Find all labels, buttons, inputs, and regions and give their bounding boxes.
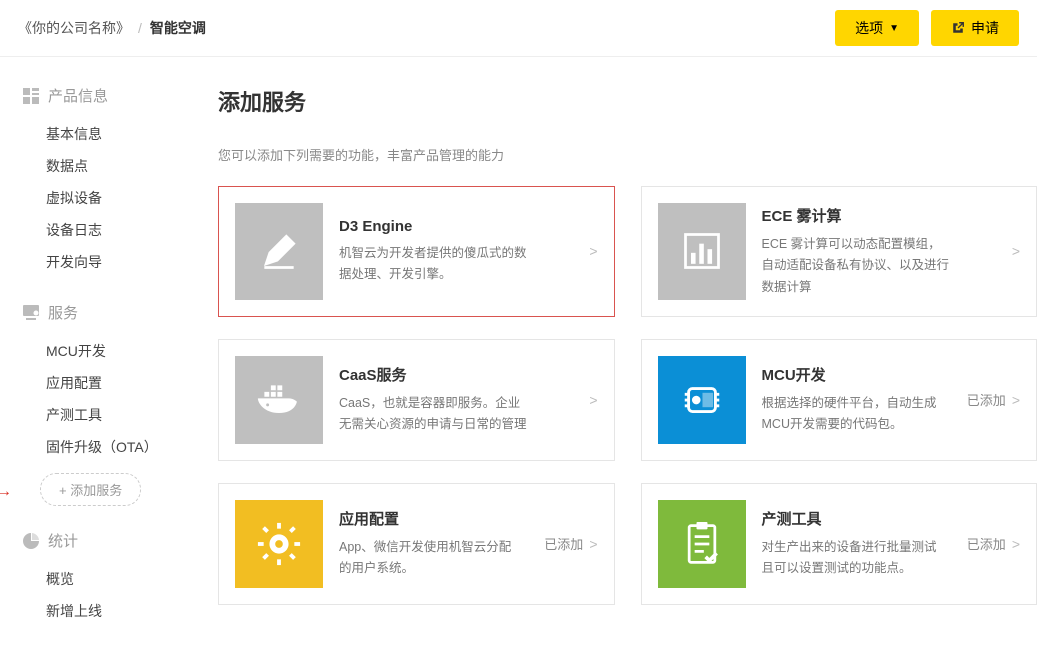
sidebar-list-stats: 概览 新增上线: [22, 563, 180, 627]
layout: 产品信息 基本信息 数据点 虚拟设备 设备日志 开发向导 服务 MCU开发 应用…: [0, 57, 1037, 661]
card-title: 应用配置: [339, 508, 518, 529]
sidebar-item-devicelog[interactable]: 设备日志: [46, 214, 180, 246]
clipboard-check-icon: [658, 500, 746, 588]
service-icon: [22, 304, 40, 322]
page-title: 添加服务: [218, 85, 1037, 117]
card-title: 产测工具: [762, 508, 941, 529]
card-caas[interactable]: CaaS服务 CaaS，也就是容器即服务。企业无需关心资源的申请与日常的管理 >: [218, 339, 615, 461]
apply-button-label: 申请: [971, 18, 999, 38]
sidebar: 产品信息 基本信息 数据点 虚拟设备 设备日志 开发向导 服务 MCU开发 应用…: [0, 57, 190, 661]
card-added-label: 已添加: [967, 390, 1006, 409]
docker-icon: [235, 356, 323, 444]
card-title: ECE 雾计算: [762, 205, 986, 226]
card-ece-fog[interactable]: ECE 雾计算 ECE 雾计算可以动态配置模组，自动适配设备私有协议、以及进行数…: [641, 186, 1037, 317]
sidebar-item-devguide[interactable]: 开发向导: [46, 246, 180, 278]
sidebar-item-appconfig[interactable]: 应用配置: [46, 367, 180, 399]
card-action[interactable]: >: [573, 340, 613, 460]
card-desc: 对生产出来的设备进行批量测试且可以设置测试的功能点。: [762, 537, 941, 580]
sidebar-item-ota[interactable]: 固件升级（OTA）: [46, 431, 180, 463]
sidebar-group-label: 统计: [48, 530, 78, 551]
card-added-label: 已添加: [544, 534, 583, 553]
chip-icon: [658, 356, 746, 444]
card-desc: CaaS，也就是容器即服务。企业无需关心资源的申请与日常的管理: [339, 393, 529, 436]
sidebar-item-overview[interactable]: 概览: [46, 563, 180, 595]
chevron-down-icon: ▼: [889, 23, 899, 34]
card-body: 产测工具 对生产出来的设备进行批量测试且可以设置测试的功能点。: [762, 484, 951, 604]
card-action[interactable]: 已添加 >: [951, 484, 1036, 604]
chevron-right-icon: >: [589, 392, 597, 408]
chevron-right-icon: >: [1012, 536, 1020, 552]
sidebar-list-service: MCU开发 应用配置 产测工具 固件升级（OTA）: [22, 335, 180, 463]
card-desc: ECE 雾计算可以动态配置模组，自动适配设备私有协议、以及进行数据计算: [762, 234, 952, 298]
chevron-right-icon: >: [1012, 392, 1020, 408]
card-body: CaaS服务 CaaS，也就是容器即服务。企业无需关心资源的申请与日常的管理: [339, 340, 573, 460]
card-action[interactable]: 已添加 >: [528, 484, 613, 604]
card-test-tool[interactable]: 产测工具 对生产出来的设备进行批量测试且可以设置测试的功能点。 已添加 >: [641, 483, 1037, 605]
card-title: MCU开发: [762, 364, 941, 385]
options-button[interactable]: 选项 ▼: [835, 10, 919, 46]
card-body: D3 Engine 机智云为开发者提供的傻瓜式的数据处理、开发引擎。: [339, 187, 573, 316]
pencil-icon: [235, 203, 323, 300]
breadcrumb-current: 智能空调: [150, 18, 206, 38]
card-body: 应用配置 App、微信开发使用机智云分配的用户系统。: [339, 484, 528, 604]
external-link-icon: [951, 21, 965, 35]
options-button-label: 选项: [855, 18, 883, 38]
card-body: MCU开发 根据选择的硬件平台，自动生成MCU开发需要的代码包。: [762, 340, 951, 460]
card-title: CaaS服务: [339, 364, 563, 385]
sidebar-item-mcu[interactable]: MCU开发: [46, 335, 180, 367]
sidebar-group-label: 服务: [48, 302, 78, 323]
card-app-config[interactable]: 应用配置 App、微信开发使用机智云分配的用户系统。 已添加 >: [218, 483, 615, 605]
sidebar-group-title: 服务: [22, 302, 180, 323]
topbar: 《你的公司名称》 / 智能空调 选项 ▼ 申请: [0, 0, 1037, 57]
card-action[interactable]: 已添加 >: [951, 340, 1036, 460]
arrow-annotation-icon: →: [0, 483, 12, 501]
sidebar-item-basicinfo[interactable]: 基本信息: [46, 118, 180, 150]
grid-icon: [22, 87, 40, 105]
card-desc: 机智云为开发者提供的傻瓜式的数据处理、开发引擎。: [339, 243, 529, 286]
card-desc: App、微信开发使用机智云分配的用户系统。: [339, 537, 518, 580]
sidebar-group-stats: 统计 概览 新增上线: [22, 530, 180, 627]
card-body: ECE 雾计算 ECE 雾计算可以动态配置模组，自动适配设备私有协议、以及进行数…: [762, 187, 996, 316]
sidebar-group-product: 产品信息 基本信息 数据点 虚拟设备 设备日志 开发向导: [22, 85, 180, 278]
main-content: 添加服务 您可以添加下列需要的功能，丰富产品管理的能力 D3 Engine 机智…: [190, 57, 1037, 661]
apply-button[interactable]: 申请: [931, 10, 1019, 46]
sidebar-group-service: 服务 MCU开发 应用配置 产测工具 固件升级（OTA） → + 添加服务: [22, 302, 180, 506]
gear-icon: [235, 500, 323, 588]
pie-icon: [22, 532, 40, 550]
sidebar-item-testtool[interactable]: 产测工具: [46, 399, 180, 431]
breadcrumb-company[interactable]: 《你的公司名称》: [18, 18, 130, 38]
sidebar-item-datapoints[interactable]: 数据点: [46, 150, 180, 182]
cards-grid: D3 Engine 机智云为开发者提供的傻瓜式的数据处理、开发引擎。 > ECE…: [218, 186, 1037, 605]
breadcrumb-separator: /: [138, 20, 142, 36]
page-subtitle: 您可以添加下列需要的功能，丰富产品管理的能力: [218, 145, 1037, 164]
chevron-right-icon: >: [589, 243, 597, 259]
sidebar-group-title: 统计: [22, 530, 180, 551]
card-action[interactable]: >: [996, 187, 1036, 316]
card-mcu[interactable]: MCU开发 根据选择的硬件平台，自动生成MCU开发需要的代码包。 已添加 >: [641, 339, 1037, 461]
card-desc: 根据选择的硬件平台，自动生成MCU开发需要的代码包。: [762, 393, 941, 436]
card-d3-engine[interactable]: D3 Engine 机智云为开发者提供的傻瓜式的数据处理、开发引擎。 >: [218, 186, 615, 317]
sidebar-item-virtual[interactable]: 虚拟设备: [46, 182, 180, 214]
topbar-buttons: 选项 ▼ 申请: [835, 10, 1019, 46]
breadcrumb: 《你的公司名称》 / 智能空调: [18, 18, 206, 38]
chevron-right-icon: >: [1012, 243, 1020, 259]
sidebar-item-newonline[interactable]: 新增上线: [46, 595, 180, 627]
chevron-right-icon: >: [589, 536, 597, 552]
card-added-label: 已添加: [967, 534, 1006, 553]
add-service-button[interactable]: + 添加服务: [40, 473, 141, 506]
barchart-icon: [658, 203, 746, 300]
sidebar-list-product: 基本信息 数据点 虚拟设备 设备日志 开发向导: [22, 118, 180, 278]
card-action[interactable]: >: [573, 187, 613, 316]
sidebar-group-label: 产品信息: [48, 85, 108, 106]
card-title: D3 Engine: [339, 218, 563, 235]
sidebar-group-title: 产品信息: [22, 85, 180, 106]
